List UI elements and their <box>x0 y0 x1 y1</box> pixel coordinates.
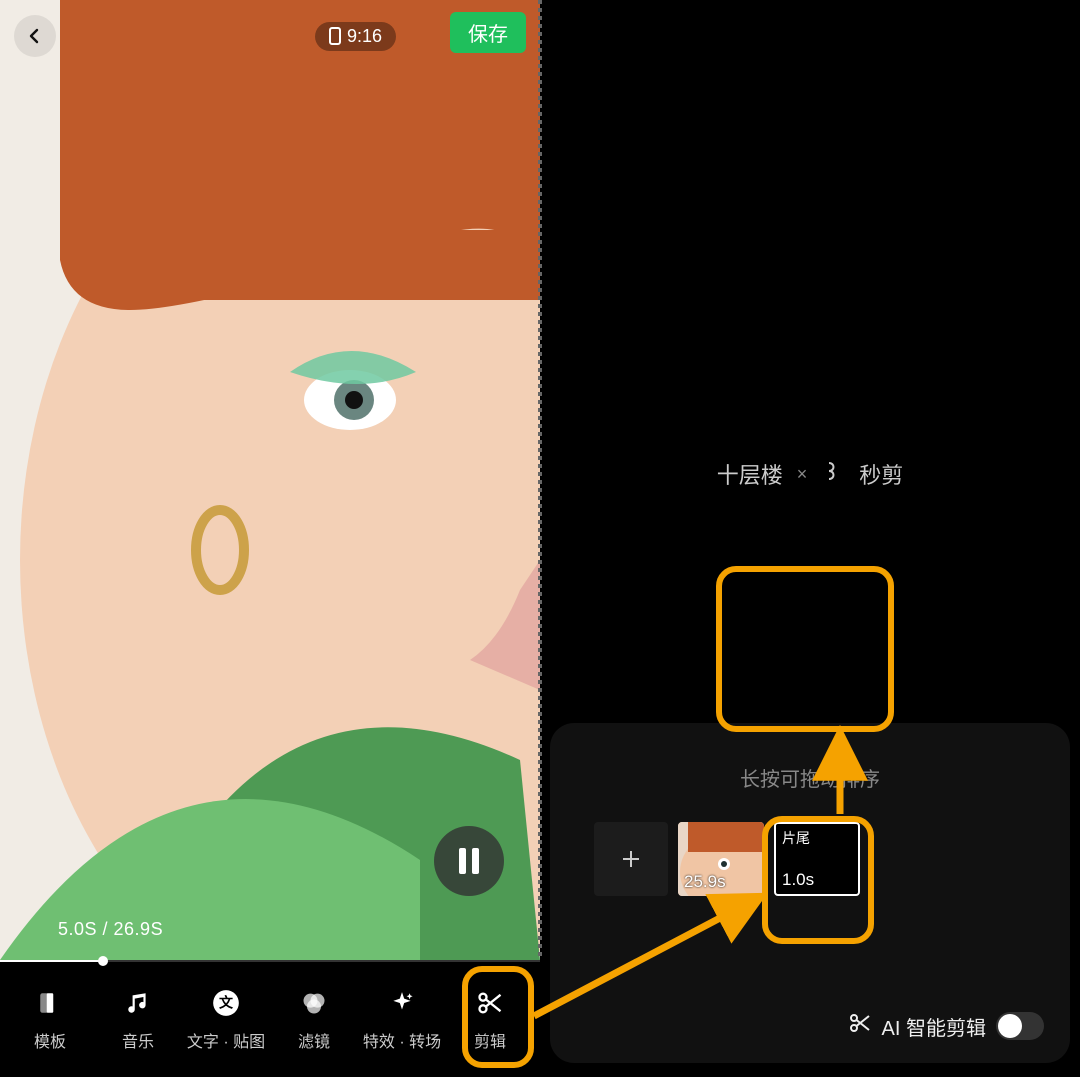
text-icon: 文 <box>209 986 243 1020</box>
bottom-toolbar: 模板 音乐 文 文字 · 贴图 滤镜 特效 · 转场 <box>0 969 540 1077</box>
tool-edit[interactable]: 剪辑 <box>448 986 532 1052</box>
video-preview: 9:16 保存 5.0S / 26.9S <box>0 0 540 960</box>
sparkle-icon <box>385 986 419 1020</box>
clip-ending[interactable]: 片尾 1.0s <box>774 822 860 896</box>
filter-icon <box>297 986 331 1020</box>
playback-time: 5.0S / 26.9S <box>58 919 163 940</box>
tool-music[interactable]: 音乐 <box>96 986 180 1052</box>
drag-hint: 长按可拖动排序 <box>550 763 1070 792</box>
svg-text:文: 文 <box>219 995 234 1011</box>
tool-fx-transition[interactable]: 特效 · 转场 <box>360 986 444 1052</box>
ai-edit-label: AI 智能剪辑 <box>882 1012 986 1041</box>
scissors-icon <box>473 986 507 1020</box>
scissors-icon <box>848 1011 872 1041</box>
add-clip-button[interactable] <box>594 822 668 896</box>
aspect-ratio-value: 9:16 <box>347 26 382 47</box>
tool-filter[interactable]: 滤镜 <box>272 986 356 1052</box>
tool-template[interactable]: 模板 <box>8 986 92 1052</box>
brand-logo-icon <box>821 459 845 489</box>
music-icon <box>121 986 155 1020</box>
ai-edit-toggle[interactable] <box>996 1012 1044 1040</box>
back-button[interactable] <box>14 15 56 57</box>
tool-text-sticker[interactable]: 文 文字 · 贴图 <box>184 986 268 1052</box>
template-icon <box>33 986 67 1020</box>
pause-icon <box>459 848 479 874</box>
aspect-ratio-button[interactable]: 9:16 <box>315 22 396 51</box>
progress-track[interactable] <box>0 960 540 962</box>
brand-separator: × <box>797 464 808 485</box>
brand-watermark: 十层楼 × 秒剪 <box>540 458 1080 490</box>
pause-button[interactable] <box>434 826 504 896</box>
clip-ending-label: 片尾 <box>782 828 852 848</box>
clip-editor-panel: 长按可拖动排序 25.9s 片尾 1.0s <box>550 723 1070 1063</box>
clip-duration: 25.9s <box>684 872 726 892</box>
save-button[interactable]: 保存 <box>450 12 526 53</box>
portrait-frame-icon <box>329 27 341 45</box>
brand-app-name: 秒剪 <box>859 458 903 490</box>
progress-handle[interactable] <box>0 960 103 962</box>
clip-video[interactable]: 25.9s <box>678 822 764 896</box>
brand-name: 十层楼 <box>717 458 783 490</box>
clip-ending-duration: 1.0s <box>782 870 852 890</box>
